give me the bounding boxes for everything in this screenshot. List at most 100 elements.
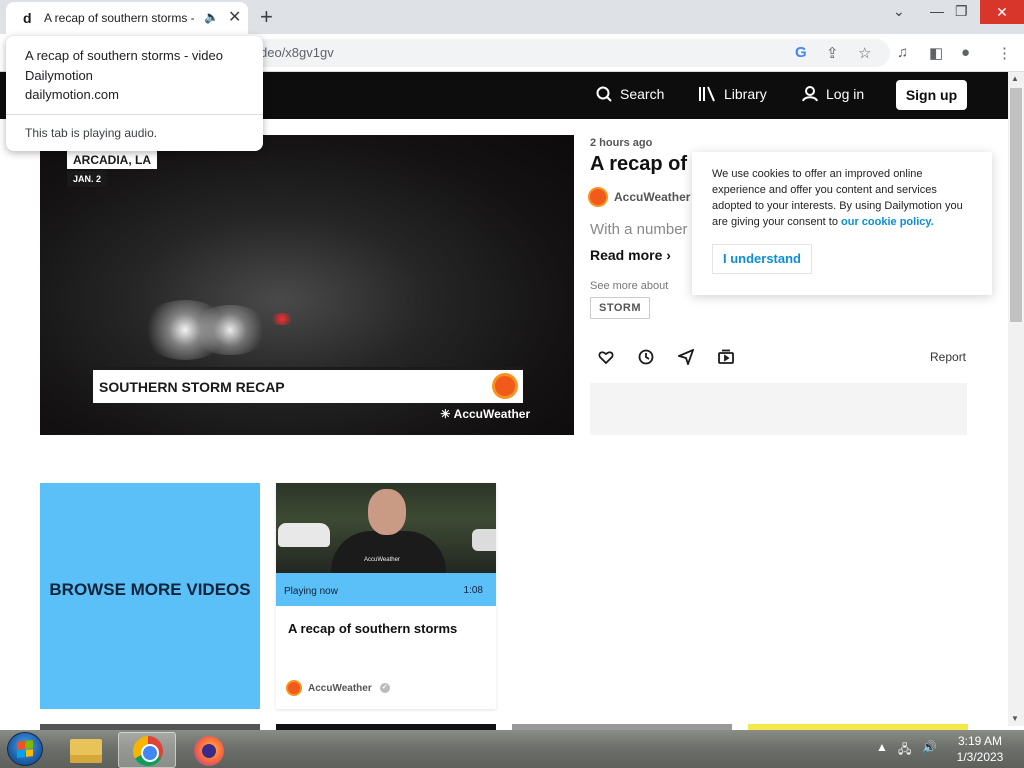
media-icon[interactable]: ♫ xyxy=(897,44,908,61)
scrollbar-thumb[interactable] xyxy=(1010,88,1022,322)
search-label: Search xyxy=(620,86,665,102)
page-scrollbar[interactable]: ▲ ▼ xyxy=(1008,72,1024,726)
playing-now-bar: Playing now 1:08 xyxy=(276,573,496,606)
channel-avatar-icon xyxy=(590,189,606,205)
video-player[interactable]: ARCADIA, LA JAN. 2 SOUTHERN STORM RECAP … xyxy=(40,135,574,435)
like-button[interactable] xyxy=(598,349,614,365)
google-icon[interactable]: G xyxy=(795,44,807,61)
see-more-label: See more about xyxy=(590,280,669,292)
library-label: Library xyxy=(724,86,767,102)
tab-strip: d A recap of southern storms - video Dai… xyxy=(0,0,1024,34)
volume-icon[interactable]: 🔊 xyxy=(922,740,937,754)
window-close-icon[interactable]: ✕ xyxy=(980,0,1024,24)
chrome-icon xyxy=(133,736,163,766)
windows-logo-icon xyxy=(17,740,33,758)
cookie-banner: We use cookies to offer an improved onli… xyxy=(692,152,992,295)
thumbnail-car xyxy=(472,529,496,551)
minimize-icon[interactable]: — xyxy=(930,3,944,19)
card-channel[interactable]: AccuWeather ✓ xyxy=(288,682,390,694)
channel-name: AccuWeather xyxy=(614,190,691,204)
headlight-center xyxy=(190,305,270,355)
card-channel-name: AccuWeather xyxy=(308,682,372,694)
card-title: A recap of southern storms xyxy=(288,621,458,636)
taskbar-explorer[interactable] xyxy=(56,732,114,768)
restore-icon[interactable]: ❐ xyxy=(955,3,968,20)
read-more-label: Read more xyxy=(590,247,663,263)
windows-taskbar: ▲ 🖧 🔊 3:19 AM 1/3/2023 xyxy=(0,730,1024,768)
cookie-policy-link[interactable]: our cookie policy. xyxy=(841,216,934,228)
playlist-icon xyxy=(718,349,734,364)
start-button[interactable] xyxy=(7,732,43,766)
video-lower-third: SOUTHERN STORM RECAP xyxy=(93,367,523,403)
dailymotion-favicon-icon: d xyxy=(23,10,32,26)
thumbnail-shirt-logo: AccuWeather xyxy=(364,557,400,563)
hover-card-audio-note: This tab is playing audio. xyxy=(25,126,158,140)
network-icon[interactable]: 🖧 xyxy=(898,740,911,761)
video-location-tag: ARCADIA, LA xyxy=(67,151,157,169)
read-more-link[interactable]: Read more › xyxy=(590,247,671,263)
thumbnail-car xyxy=(278,523,330,547)
chevron-right-icon: › xyxy=(666,247,671,263)
browse-more-label: BROWSE MORE VIDEOS xyxy=(49,580,251,599)
taillight xyxy=(270,313,294,325)
star-icon[interactable]: ☆ xyxy=(858,44,871,62)
signup-button[interactable]: Sign up xyxy=(896,80,967,110)
tab-title: A recap of southern storms - video Daily… xyxy=(44,11,194,25)
video-description: With a number xyxy=(590,221,688,238)
clock-date: 1/3/2023 xyxy=(956,750,1004,764)
tab-search-chevron-icon[interactable]: ⌄ xyxy=(893,3,905,20)
show-hidden-icons-icon[interactable]: ▲ xyxy=(876,740,888,754)
posted-time: 2 hours ago xyxy=(590,137,653,149)
login-label: Log in xyxy=(826,86,865,102)
browse-more-card[interactable]: BROWSE MORE VIDEOS xyxy=(40,483,260,709)
user-icon xyxy=(802,86,818,102)
share-button[interactable] xyxy=(676,348,695,367)
channel-avatar-icon xyxy=(288,682,300,694)
library-nav[interactable]: Library xyxy=(698,86,767,102)
hover-card-divider xyxy=(6,114,263,115)
login-nav[interactable]: Log in xyxy=(802,86,864,102)
heart-icon xyxy=(598,351,614,365)
add-to-playlist-button[interactable] xyxy=(718,349,734,365)
sidebar-icon[interactable]: ◧ xyxy=(929,44,943,62)
video-title: A recap of southern storms xyxy=(590,153,690,175)
video-thumbnail: AccuWeather xyxy=(276,483,496,573)
scroll-up-icon[interactable]: ▲ xyxy=(1011,74,1019,83)
firefox-icon xyxy=(194,736,224,766)
share-icon[interactable]: ⇪ xyxy=(826,44,839,62)
understand-button[interactable]: I understand xyxy=(712,244,812,274)
profile-icon[interactable]: ● xyxy=(961,44,970,61)
audio-icon[interactable]: 🔈 xyxy=(204,10,219,24)
new-tab-icon[interactable]: + xyxy=(260,4,273,30)
send-icon xyxy=(676,348,695,367)
folder-icon xyxy=(70,739,102,763)
accuweather-sun-icon xyxy=(495,376,515,396)
watermark-text: AccuWeather xyxy=(453,407,531,421)
menu-icon[interactable]: ⋮ xyxy=(997,44,1012,62)
taskbar-chrome[interactable] xyxy=(118,732,176,768)
thumbnail-person xyxy=(331,531,446,573)
browser-tab[interactable]: d A recap of southern storms - video Dai… xyxy=(6,2,248,34)
tag-storm[interactable]: STORM xyxy=(590,297,651,319)
scroll-down-icon[interactable]: ▼ xyxy=(1011,714,1019,723)
taskbar-firefox[interactable] xyxy=(180,732,238,768)
clock-time: 3:19 AM xyxy=(957,734,1003,748)
video-card[interactable]: AccuWeather Playing now 1:08 A recap of … xyxy=(276,483,496,709)
watch-later-button[interactable] xyxy=(638,349,654,365)
clock-icon xyxy=(638,349,654,365)
video-watermark: ☀ AccuWeather xyxy=(440,407,531,421)
close-tab-icon[interactable]: ✕ xyxy=(228,7,241,27)
search-icon xyxy=(596,86,612,102)
ad-placeholder xyxy=(590,383,967,435)
report-link[interactable]: Report xyxy=(930,350,966,364)
address-bar[interactable]: deo/x8gv1gv xyxy=(240,39,890,67)
thumbnail-person xyxy=(368,489,406,535)
cookie-text-block: We use cookies to offer an improved onli… xyxy=(712,166,972,230)
search-nav[interactable]: Search xyxy=(596,86,664,102)
video-date-tag: JAN. 2 xyxy=(67,171,108,187)
url-text: deo/x8gv1gv xyxy=(260,45,334,60)
video-duration: 1:08 xyxy=(463,585,483,596)
verified-icon: ✓ xyxy=(379,683,390,693)
channel-link[interactable]: AccuWeather xyxy=(590,189,690,205)
taskbar-clock[interactable]: 3:19 AM 1/3/2023 xyxy=(952,733,1008,765)
